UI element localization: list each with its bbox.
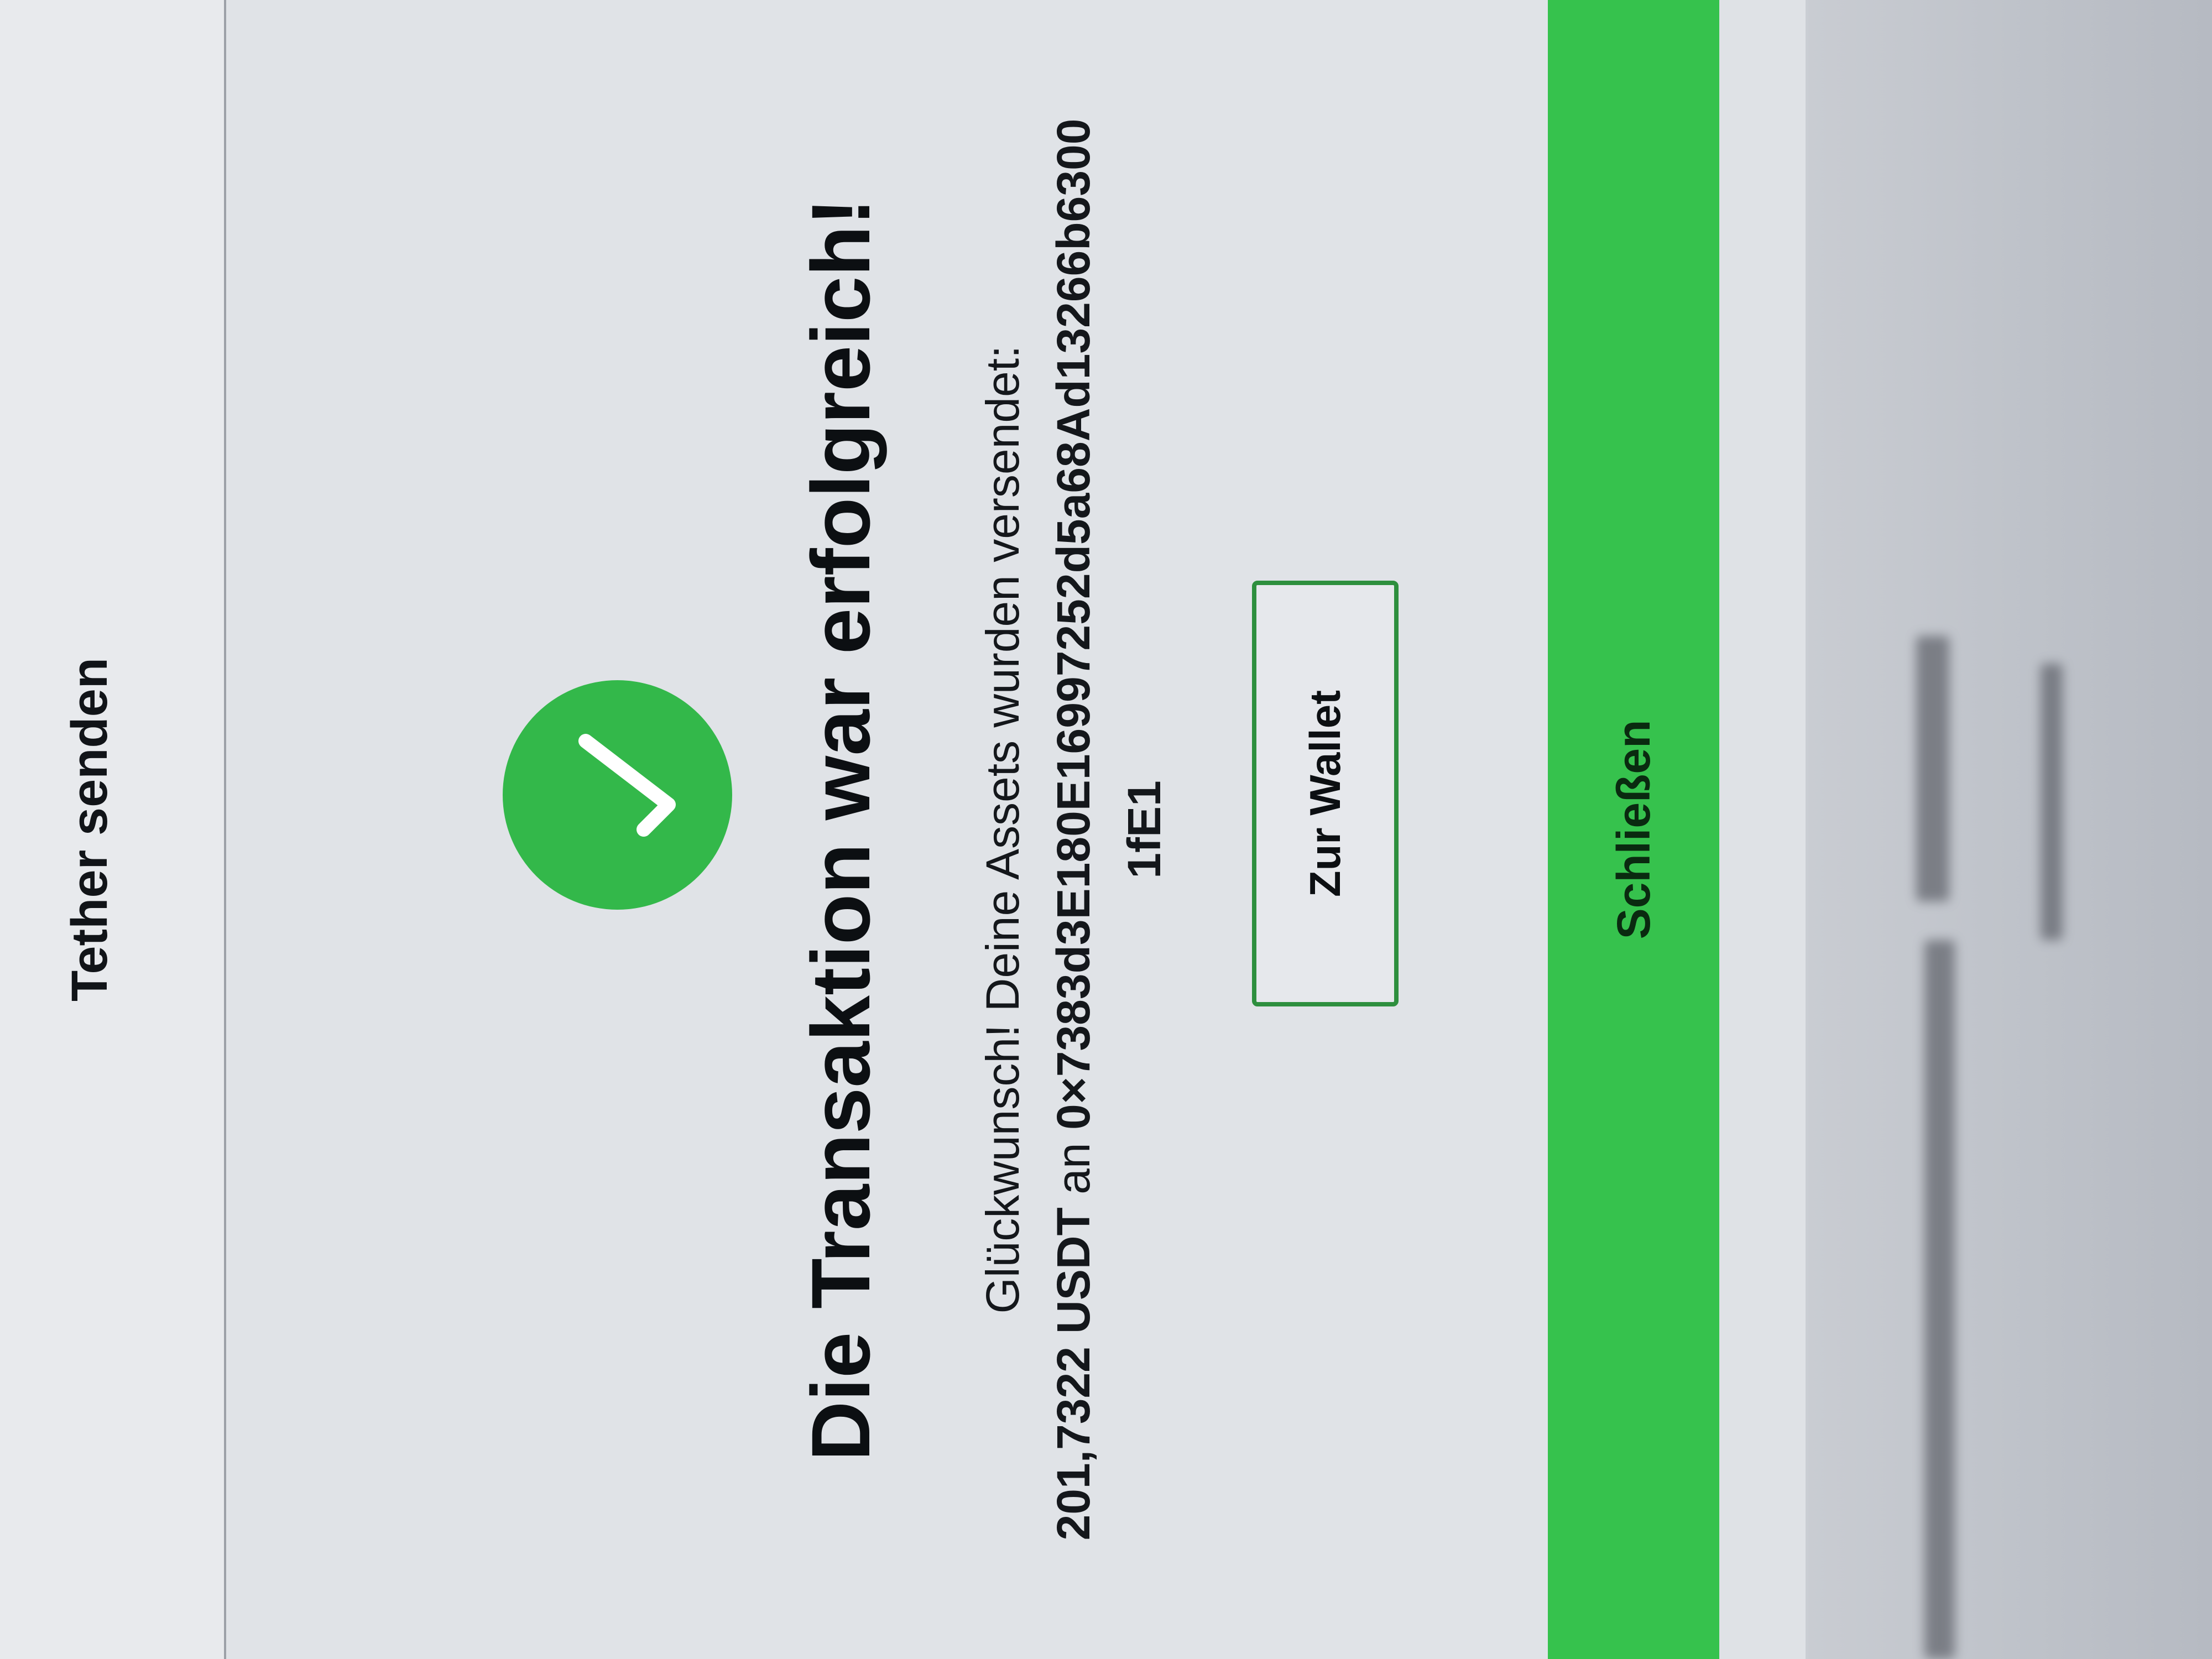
app-screen: Tether senden Die Transaktion war erfolg… xyxy=(0,0,1806,1659)
connector-text: an xyxy=(1047,1142,1099,1194)
blurred-text-line xyxy=(2041,664,2063,940)
amount-value: 201,7322 USDT xyxy=(1047,1207,1099,1541)
checkmark-icon xyxy=(503,680,732,910)
recipient-address: 0×7383d3E180E16997252d5a68Ad13266b63001f… xyxy=(1047,118,1170,1130)
success-title: Die Transaktion war erfolgreich! xyxy=(794,198,887,1461)
blurred-background-paper xyxy=(1808,0,2212,1659)
screen-bottom-edge xyxy=(1719,0,1806,1659)
app-header: Tether senden xyxy=(0,0,226,1659)
go-to-wallet-button[interactable]: Zur Wallet xyxy=(1252,581,1399,1006)
photo-background: Tether senden Die Transaktion war erfolg… xyxy=(0,0,2212,1659)
success-message: Glückwunsch! Deine Assets wurden versend… xyxy=(967,111,1180,1548)
page-title: Tether senden xyxy=(61,658,118,1001)
blurred-text-line xyxy=(1924,940,1955,1659)
message-intro: Glückwunsch! Deine Assets wurden versend… xyxy=(977,345,1029,1314)
blurred-text-line xyxy=(1916,636,1949,901)
close-button[interactable]: Schließen xyxy=(1585,654,1683,1006)
success-panel: Die Transaktion war erfolgreich! Glückwu… xyxy=(226,0,1548,1659)
footer-bar: Schließen xyxy=(1548,0,1719,1659)
